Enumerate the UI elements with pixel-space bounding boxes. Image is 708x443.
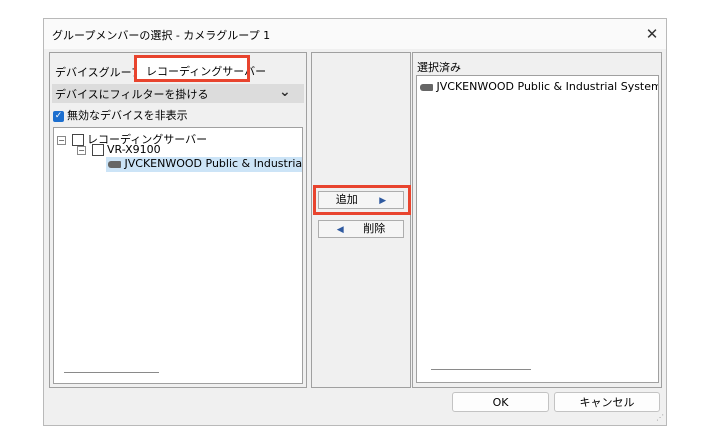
action-pane: 追加 ▶ ◀ 削除 <box>311 52 411 388</box>
collapse-icon[interactable]: − <box>77 145 86 155</box>
hide-disabled-checkbox[interactable]: ✓ 無効なデバイスを非表示 <box>53 107 188 123</box>
group-member-dialog: グループメンバーの選択 - カメラグループ 1 ✕ デバイスグループ レコーディ… <box>43 18 667 426</box>
add-button-label: 追加 <box>335 193 358 206</box>
selected-item[interactable]: JVCKENWOOD Public & Industrial Systems C… <box>420 80 659 93</box>
selected-item-label: JVCKENWOOD Public & Industrial Systems C… <box>436 80 659 93</box>
remove-button-label: 削除 <box>363 222 386 235</box>
checkbox-checked-icon[interactable]: ✓ <box>53 110 64 122</box>
cancel-button[interactable]: キャンセル <box>554 392 660 412</box>
arrow-left-icon: ◀ <box>336 225 344 235</box>
device-tree: − レコーディングサーバー − VR-X9100 JVCKENWOOD Publ… <box>53 127 303 384</box>
ok-button[interactable]: OK <box>452 392 549 412</box>
add-button[interactable]: 追加 ▶ <box>318 191 404 209</box>
source-pane: デバイスグループ レコーディングサーバー デバイスにフィルターを掛ける ⌄ ✓ 無… <box>49 52 307 388</box>
checkbox-label: 無効なデバイスを非表示 <box>67 109 188 122</box>
chevron-down-icon[interactable]: ⌄ <box>279 84 291 100</box>
tree-server-label: VR-X9100 <box>107 143 161 156</box>
camera-icon <box>420 83 433 91</box>
title-bar: グループメンバーの選択 - カメラグループ 1 ✕ <box>44 19 666 49</box>
resize-grip-icon[interactable]: ⋰ <box>656 413 664 422</box>
dialog-title: グループメンバーの選択 - カメラグループ 1 <box>52 29 271 42</box>
close-icon[interactable]: ✕ <box>642 24 662 44</box>
collapse-icon[interactable]: − <box>57 135 66 145</box>
tree-camera-label: JVCKENWOOD Public & Industrial Sy <box>124 157 303 170</box>
selected-list: JVCKENWOOD Public & Industrial Systems C… <box>416 75 659 383</box>
filter-label: デバイスにフィルターを掛ける <box>55 88 209 101</box>
camera-icon <box>108 160 121 168</box>
server-icon <box>91 144 104 156</box>
remove-button[interactable]: ◀ 削除 <box>318 220 404 238</box>
tree-server-row[interactable]: − VR-X9100 <box>77 143 161 156</box>
tree-camera-row[interactable]: JVCKENWOOD Public & Industrial Sy <box>106 157 303 172</box>
selected-header: 選択済み <box>417 61 461 74</box>
tab-device-group[interactable]: デバイスグループ <box>55 64 142 80</box>
tab-recording-server[interactable]: レコーディングサーバー <box>136 57 266 79</box>
arrow-right-icon: ▶ <box>379 196 387 206</box>
horizontal-scrollbar[interactable] <box>431 369 531 370</box>
horizontal-scrollbar[interactable] <box>64 372 159 373</box>
selected-pane: 選択済み JVCKENWOOD Public & Industrial Syst… <box>412 52 662 388</box>
filter-bar[interactable]: デバイスにフィルターを掛ける ⌄ <box>52 84 304 103</box>
